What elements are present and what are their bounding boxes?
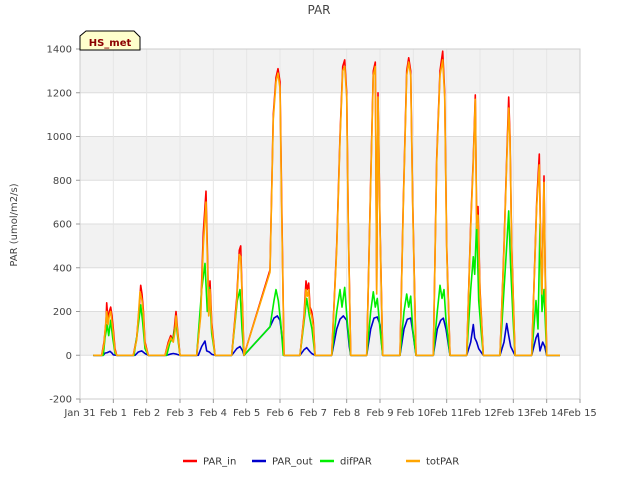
y-tick-label: 0: [66, 351, 72, 362]
x-tick-label: Jan 31: [63, 408, 95, 419]
legend-label: PAR_in: [203, 457, 236, 468]
y-tick-label: 800: [53, 176, 72, 187]
x-tick-label: Feb 6: [266, 408, 293, 419]
x-tick-label: Feb 7: [300, 408, 327, 419]
legend: PAR_in PAR_out difPAR totPAR: [183, 457, 459, 468]
chart-container: PAR -200 0 200 400 600 800 1000 1200 1400 Jan 31 F…: [0, 0, 640, 480]
chart-title: PAR: [307, 3, 330, 17]
par-line-chart: PAR -200 0 200 400 600 800 1000 1200 1400 Jan 31 F…: [9, 3, 597, 468]
legend-item-difPAR: difPAR: [320, 457, 372, 468]
y-tick-label: 400: [53, 263, 72, 274]
legend-label: PAR_out: [272, 457, 313, 468]
y-tick-label: -200: [49, 395, 72, 406]
legend-item-PAR_in: PAR_in: [183, 457, 236, 468]
y-axis-title: PAR (umol/m2/s): [9, 183, 20, 266]
legend-label: totPAR: [426, 457, 459, 468]
legend-item-PAR_out: PAR_out: [252, 457, 313, 468]
x-tick-label: Feb 12: [463, 408, 497, 419]
x-tick-label: Feb 15: [563, 408, 597, 419]
x-tick-label: Feb 10: [397, 408, 431, 419]
x-tick-label: Feb 13: [497, 408, 531, 419]
y-tick-label: 200: [53, 307, 72, 318]
series-line-PAR_in: [93, 50, 560, 357]
x-tick-label: Feb 4: [200, 408, 227, 419]
x-tick-label: Feb 14: [530, 408, 564, 419]
x-tick-label: Feb 5: [233, 408, 260, 419]
x-tick-label: Feb 11: [430, 408, 464, 419]
x-tick-label: Feb 8: [333, 408, 360, 419]
x-tick-label: Feb 9: [366, 408, 393, 419]
grid-band: [80, 136, 580, 181]
x-tick-label: Feb 3: [166, 408, 193, 419]
x-tick-label: Feb 1: [100, 408, 127, 419]
station-badge: HS_met: [79, 30, 141, 51]
y-tick-label: 1000: [47, 132, 72, 143]
legend-item-totPAR: totPAR: [406, 457, 459, 468]
series-lines: [93, 50, 560, 357]
badge-label: HS_met: [89, 38, 132, 49]
y-tick-label: 1400: [47, 45, 72, 56]
y-tick-label: 1200: [47, 88, 72, 99]
grid-band: [80, 49, 580, 93]
legend-label: difPAR: [340, 457, 372, 468]
series-line-totPAR: [93, 59, 560, 357]
y-tick-label: 600: [53, 220, 72, 231]
x-tick-label: Feb 2: [133, 408, 160, 419]
